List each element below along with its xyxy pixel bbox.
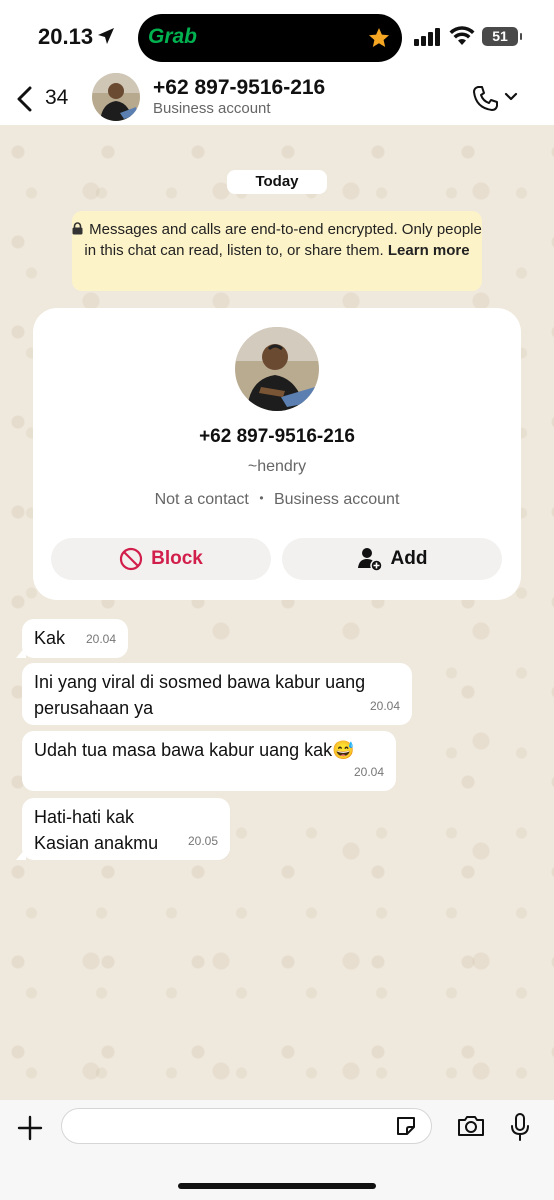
- message-time: 20.05: [187, 834, 218, 848]
- not-contact-label: Not a contact: [154, 491, 249, 508]
- message-text: Hati-hati kak: [34, 807, 135, 827]
- learn-more-link[interactable]: Learn more: [388, 242, 470, 259]
- message-bubble[interactable]: Udah tua masa bawa kabur uang kak😅 20.04: [22, 731, 396, 791]
- block-icon: [120, 547, 143, 571]
- contact-meta: Not a contact • Business account: [33, 491, 521, 509]
- contact-info-card: +62 897-9516-216 ~hendry Not a contact •…: [33, 308, 521, 600]
- battery-icon: 51: [482, 27, 522, 46]
- sticker-icon[interactable]: [394, 1114, 418, 1138]
- contact-push-name: ~hendry: [247, 458, 307, 475]
- avatar[interactable]: [235, 327, 319, 411]
- status-time: 20.13: [38, 24, 94, 49]
- message-time: 20.04: [353, 765, 384, 779]
- block-button[interactable]: Block: [51, 538, 271, 580]
- message-text: Ini yang viral di sosmed bawa kabur uang: [34, 672, 366, 692]
- chevron-down-icon[interactable]: [504, 92, 518, 102]
- encryption-banner[interactable]: Messages and calls are end-to-end encryp…: [72, 211, 482, 291]
- date-chip: Today: [227, 170, 327, 194]
- camera-icon[interactable]: [456, 1114, 486, 1138]
- message-bubble[interactable]: Kak 20.04: [16, 619, 128, 658]
- battery-level: 51: [492, 28, 508, 44]
- contact-title[interactable]: +62 897-9516-216: [153, 76, 325, 100]
- avatar[interactable]: [92, 73, 140, 121]
- wifi-icon: [449, 26, 475, 45]
- unread-count[interactable]: 34: [45, 86, 68, 110]
- chat-header: 34 +62 897-9516-216 Business account: [0, 62, 554, 125]
- business-account-label: Business account: [273, 491, 400, 508]
- add-label: Add: [390, 548, 428, 569]
- message-text: Kak: [34, 628, 66, 648]
- home-indicator[interactable]: [178, 1183, 376, 1189]
- contact-phone: +62 897-9516-216: [199, 426, 355, 447]
- message-text: Udah tua masa bawa kabur uang kak: [34, 740, 333, 760]
- meta-separator: •: [259, 491, 264, 505]
- message-input[interactable]: [61, 1108, 432, 1144]
- message-time: 20.04: [369, 699, 400, 713]
- grab-app-label: Grab: [148, 25, 198, 48]
- add-contact-button[interactable]: Add: [282, 538, 502, 580]
- message-bubble[interactable]: Ini yang viral di sosmed bawa kabur uang…: [22, 663, 412, 725]
- location-arrow-icon: [98, 28, 114, 44]
- message-time: 20.04: [85, 632, 116, 646]
- message-text-line2: perusahaan ya: [34, 698, 154, 718]
- emoji-sweat-smile: 😅: [332, 740, 355, 760]
- signal-icon: [414, 28, 440, 46]
- star-icon: [369, 28, 389, 47]
- back-chevron-icon[interactable]: [16, 86, 34, 112]
- lock-icon: [72, 222, 83, 235]
- composer-bar: [0, 1100, 554, 1200]
- phone-icon[interactable]: [472, 84, 500, 112]
- block-label: Block: [151, 548, 203, 569]
- contact-subtitle[interactable]: Business account: [153, 100, 271, 117]
- microphone-icon[interactable]: [509, 1112, 531, 1142]
- message-bubble[interactable]: Hati-hati kak Kasian anakmu 20.05: [16, 798, 230, 860]
- add-person-icon: [357, 548, 383, 572]
- plus-icon[interactable]: [16, 1114, 44, 1142]
